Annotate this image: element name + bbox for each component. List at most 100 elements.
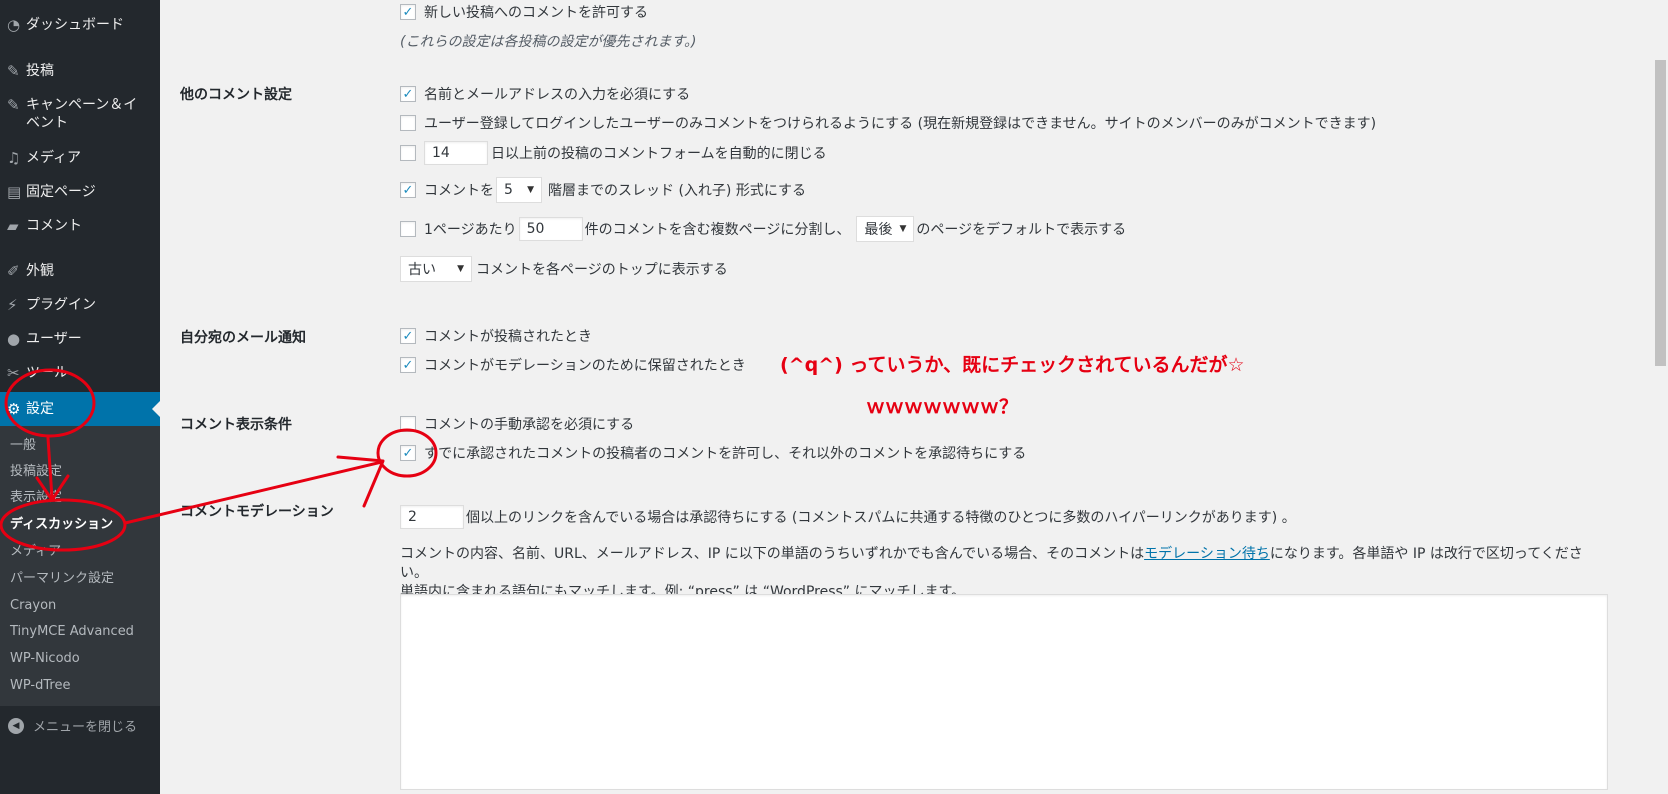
page-icon: ▤ (7, 183, 22, 201)
menu-label: 設定 (26, 401, 54, 417)
comment-order-label: コメントを各ページのトップに表示する (476, 262, 728, 278)
dashboard-icon: ◔ (7, 16, 21, 34)
email-on-moderation-row: ✓ コメントがモデレーションのために保留されたとき (400, 355, 746, 375)
manual-approval-label: コメントの手動承認を必須にする (424, 417, 635, 433)
menu-settings[interactable]: ⚙ 設定 (0, 392, 160, 426)
submenu-crayon[interactable]: Crayon (10, 597, 56, 615)
settings-icon: ⚙ (7, 400, 21, 418)
submenu-wp-nicodo[interactable]: WP-Nicodo (10, 650, 80, 668)
menu-dashboard[interactable]: ◔ ダッシュボード (0, 16, 160, 38)
menu-label: コメント (26, 218, 82, 234)
submenu-media[interactable]: メディア (10, 543, 61, 561)
tools-icon: ✂ (7, 364, 20, 382)
paginate-suffix: のページをデフォルトで表示する (916, 222, 1127, 238)
close-comments-checkbox[interactable] (400, 145, 416, 161)
submenu-permalinks[interactable]: パーマリンク設定 (10, 570, 114, 588)
close-days-input[interactable]: 14 (424, 141, 488, 165)
menu-media[interactable]: ♫ メディア (0, 149, 160, 171)
moderation-links-label: 個以上のリンクを含んでいる場合は承認待ちにする (コメントスパムに共通する特徴の… (466, 510, 1296, 526)
menu-posts[interactable]: ✎ 投稿 (0, 62, 160, 84)
thread-depth-select[interactable]: 5 ▼ (496, 177, 542, 203)
override-note: (これらの設定は各投稿の設定が優先されます。) (400, 34, 697, 50)
submenu-reading[interactable]: 表示設定 (10, 489, 62, 507)
moderation-links-input[interactable]: 2 (400, 505, 464, 529)
menu-label: ダッシュボード (26, 17, 124, 33)
thread-prefix: コメントを (424, 183, 494, 199)
manual-approval-row: コメントの手動承認を必須にする (400, 414, 634, 434)
current-arrow (152, 401, 160, 417)
menu-label: 外観 (26, 263, 54, 279)
comment-order-select[interactable]: 古い ▼ (400, 256, 472, 282)
comments-per-page-input[interactable]: 50 (518, 217, 583, 241)
submenu-wp-dtree[interactable]: WP-dTree (10, 677, 70, 695)
default-page-value: 最後 (864, 222, 893, 238)
registered-only-checkbox[interactable] (400, 115, 416, 131)
page-scrollbar[interactable] (1653, 0, 1668, 794)
paginate-mid: 件のコメントを含む複数ページに分割し、 (584, 222, 851, 238)
menu-label: ツール (26, 365, 68, 381)
require-name-row: ✓ 名前とメールアドレスの入力を必須にする (400, 84, 690, 104)
menu-label: プラグイン (26, 297, 96, 313)
display-conditions-heading: コメント表示条件 (180, 417, 292, 433)
email-on-post-checkbox[interactable]: ✓ (400, 328, 416, 344)
menu-pages[interactable]: ▤ 固定ページ (0, 183, 160, 205)
email-on-moderation-checkbox[interactable]: ✓ (400, 357, 416, 373)
menu-label: ユーザー (26, 331, 82, 347)
scrollbar-thumb[interactable] (1655, 60, 1666, 366)
moderation-queue-link[interactable]: モデレーション待ち (1144, 546, 1270, 562)
settings-submenu: 一般 投稿設定 表示設定 ディスカッション メディア パーマリンク設定 Cray… (0, 426, 160, 706)
email-on-post-row: ✓ コメントが投稿されたとき (400, 326, 592, 346)
submenu-tinymce-advanced[interactable]: TinyMCE Advanced (10, 623, 134, 641)
pin-icon: ✎ (7, 96, 20, 114)
moderation-keys-textarea[interactable] (400, 594, 1608, 790)
dropdown-arrow-icon: ▼ (457, 264, 464, 274)
submenu-general[interactable]: 一般 (10, 437, 36, 455)
menu-label: キャンペーン＆イベント (26, 97, 138, 131)
user-icon: ● (7, 330, 21, 348)
thread-comments-checkbox[interactable]: ✓ (400, 182, 416, 198)
annotation-laugh: ｗｗｗｗｗｗｗ？ (866, 396, 1019, 418)
previously-approved-label: すでに承認されたコメントの投稿者のコメントを許可し、それ以外のコメントを承認待ち… (424, 446, 1027, 462)
require-name-checkbox[interactable]: ✓ (400, 86, 416, 102)
menu-users[interactable]: ● ユーザー (0, 330, 160, 352)
email-notify-heading: 自分宛のメール通知 (180, 330, 306, 346)
close-comments-label: 日以上前の投稿のコメントフォームを自動的に閉じる (491, 146, 827, 162)
comment-moderation-heading: コメントモデレーション (180, 504, 334, 520)
email-on-moderation-label: コメントがモデレーションのために保留されたとき (424, 358, 746, 374)
default-page-select[interactable]: 最後 ▼ (856, 216, 915, 242)
manual-approval-checkbox[interactable] (400, 416, 416, 432)
menu-campaign-events[interactable]: ✎ キャンペーン＆イベント (0, 96, 160, 136)
media-icon: ♫ (7, 149, 21, 167)
thread-comments-row: ✓ コメントを 5 ▼ 階層までのスレッド (入れ子) 形式にする (400, 177, 806, 203)
allow-comments-checkbox[interactable]: ✓ (400, 4, 416, 20)
collapse-label: メニューを閉じる (33, 720, 138, 735)
previously-approved-row: ✓ すでに承認されたコメントの投稿者のコメントを許可し、それ以外のコメントを承認… (400, 443, 1026, 463)
registered-only-row: ユーザー登録してログインしたユーザーのみコメントをつけられるようにする (現在新… (400, 113, 1376, 133)
menu-tools[interactable]: ✂ ツール (0, 364, 160, 386)
paginate-row: 1ページあたり 50 件のコメントを含む複数ページに分割し、 最後 ▼ のページ… (400, 216, 1126, 242)
appearance-icon: ✐ (7, 262, 20, 280)
paginate-checkbox[interactable] (400, 221, 416, 237)
registered-only-label: ユーザー登録してログインしたユーザーのみコメントをつけられるようにする (現在新… (424, 116, 1377, 132)
submenu-discussion[interactable]: ディスカッション (10, 516, 113, 534)
thread-suffix: 階層までのスレッド (入れ子) 形式にする (548, 183, 806, 199)
menu-comments[interactable]: ▰ コメント (0, 217, 160, 239)
comment-icon: ▰ (7, 217, 19, 235)
moderation-desc-before: コメントの内容、名前、URL、メールアドレス、IP に以下の単語のうちいずれかで… (400, 546, 1145, 562)
dropdown-arrow-icon: ▼ (527, 185, 534, 195)
allow-comments-row: ✓ 新しい投稿へのコメントを許可する (400, 2, 648, 22)
email-on-post-label: コメントが投稿されたとき (424, 329, 592, 345)
menu-label: 投稿 (26, 63, 54, 79)
menu-plugins[interactable]: ⚡ プラグイン (0, 296, 160, 318)
require-name-label: 名前とメールアドレスの入力を必須にする (424, 87, 691, 103)
other-comment-settings-heading: 他のコメント設定 (180, 87, 292, 103)
thread-depth-value: 5 (504, 182, 513, 198)
dropdown-arrow-icon: ▼ (899, 224, 907, 234)
submenu-writing[interactable]: 投稿設定 (10, 463, 62, 481)
previously-approved-checkbox[interactable]: ✓ (400, 445, 416, 461)
paginate-prefix: 1ページあたり (424, 222, 517, 238)
menu-appearance[interactable]: ✐ 外観 (0, 262, 160, 284)
collapse-menu-button[interactable]: ◀ メニューを閉じる (0, 716, 160, 735)
moderation-links-row: 2 個以上のリンクを含んでいる場合は承認待ちにする (コメントスパムに共通する特… (400, 505, 1296, 529)
menu-label: メディア (26, 150, 82, 166)
